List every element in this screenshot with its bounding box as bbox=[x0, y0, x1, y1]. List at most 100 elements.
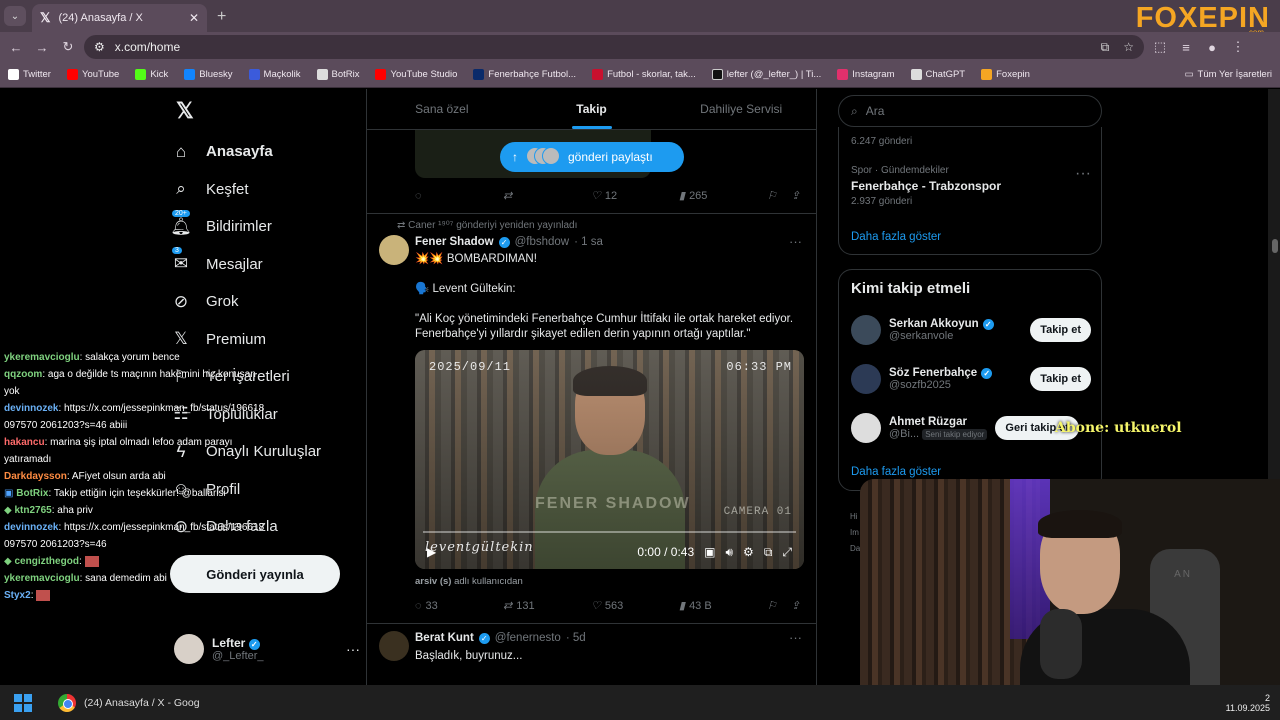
scrollbar-thumb[interactable] bbox=[1272, 239, 1278, 253]
tab-search-button[interactable]: ⌄ bbox=[4, 6, 26, 26]
timeline: Sana özel Takip Dahiliye Servisi ↑ gönde… bbox=[366, 89, 817, 685]
trends-box: 6.247 gönderi Spor · Gündemdekiler Fener… bbox=[838, 127, 1102, 255]
nav-item-home[interactable]: ⌂ Anasayfa bbox=[170, 133, 360, 171]
show-more-link[interactable]: Daha fazla göster bbox=[851, 466, 941, 478]
search-icon: ⌕ bbox=[851, 103, 858, 118]
fullscreen-icon[interactable]: ⤢ bbox=[782, 545, 792, 560]
post-time[interactable]: · 5d bbox=[566, 632, 586, 644]
captions-icon[interactable]: ▣ bbox=[704, 545, 715, 559]
more-dots-icon[interactable]: ··· bbox=[789, 630, 802, 645]
bookmark-item[interactable]: YouTube Studio bbox=[375, 69, 457, 80]
bookmark-item[interactable]: BotRix bbox=[316, 69, 359, 80]
reload-icon[interactable]: ↻ bbox=[58, 39, 78, 55]
browser-menu-icon[interactable]: ⋮ bbox=[1228, 39, 1248, 55]
more-dots-icon[interactable]: ··· bbox=[1075, 165, 1091, 183]
like-button[interactable]: ♡ 563 bbox=[591, 599, 679, 613]
nav-item-explore[interactable]: ⌕ Keşfet bbox=[170, 171, 360, 209]
bookmark-button[interactable]: ⚐ bbox=[767, 599, 777, 612]
bookmark-item[interactable]: YouTube bbox=[66, 69, 119, 80]
new-posts-pill[interactable]: ↑ gönderi paylaştı bbox=[500, 142, 684, 172]
taskbar-chrome-window[interactable]: (24) Anasayfa / X - Goog bbox=[58, 693, 200, 712]
reply-button[interactable]: ◌ bbox=[415, 190, 503, 202]
bookmark-item[interactable]: Foxepin bbox=[981, 69, 1030, 80]
author-name[interactable]: Fener Shadow bbox=[415, 236, 494, 248]
more-dots-icon[interactable]: ··· bbox=[789, 234, 802, 249]
star-bookmark-icon[interactable]: ☆ bbox=[1123, 40, 1134, 55]
bookmark-item[interactable]: Maçkolik bbox=[248, 69, 301, 80]
message-badge: 3 bbox=[172, 247, 182, 255]
bookmark-item[interactable]: Fenerbahçe Futbol... bbox=[473, 69, 576, 80]
like-button[interactable]: ♡ 12 bbox=[591, 189, 679, 203]
post-header: Berat Kunt ✓ @fenernesto · 5d bbox=[415, 632, 586, 644]
bookmark-item[interactable]: Instagram bbox=[837, 69, 895, 80]
bookmark-item[interactable]: Bluesky bbox=[184, 69, 233, 80]
views-button[interactable]: ▮ 43 B bbox=[679, 599, 767, 613]
more-dots-icon[interactable]: ··· bbox=[346, 641, 360, 657]
show-more-link[interactable]: Daha fazla göster bbox=[851, 231, 941, 243]
chat-message: hakancu: marina şiş iptal olmadı lefoo a… bbox=[4, 437, 233, 465]
browser-tab-active[interactable]: 𝕏 (24) Anasayfa / X ✕ bbox=[32, 4, 207, 32]
video-clock: 06:33 PM bbox=[726, 360, 792, 374]
badge-icon: ◆ bbox=[4, 505, 12, 516]
close-icon[interactable]: ✕ bbox=[189, 11, 199, 25]
twitter-icon bbox=[8, 69, 19, 80]
windows-taskbar: (24) Anasayfa / X - Goog 2 11.09.2025 bbox=[0, 685, 1280, 720]
bookmark-button[interactable]: ⚐ bbox=[767, 189, 777, 202]
author-handle[interactable]: @fenernesto bbox=[495, 632, 561, 644]
arrow-up-icon: ↑ bbox=[512, 150, 518, 164]
author-name[interactable]: Berat Kunt bbox=[415, 632, 474, 644]
avatar[interactable] bbox=[379, 235, 409, 265]
repost-icon: ⇄ bbox=[397, 220, 406, 231]
pip-icon[interactable]: ⧉ bbox=[764, 545, 773, 560]
nav-item-messages[interactable]: ✉ 3 Mesajlar bbox=[170, 246, 360, 284]
follow-suggestion[interactable]: Söz Fenerbahçe ✓ @sozfb2025 Takip et bbox=[851, 359, 1091, 399]
reply-button[interactable]: ◌ 33 bbox=[415, 600, 503, 612]
repost-button[interactable]: ⇄ 131 bbox=[503, 599, 591, 613]
avatar bbox=[851, 364, 881, 394]
forward-arrow-icon[interactable]: → bbox=[32, 40, 52, 55]
nav-item-grok[interactable]: ⊘ Grok bbox=[170, 283, 360, 321]
play-icon[interactable]: ▶ bbox=[427, 545, 436, 559]
verified-icon: ✓ bbox=[248, 639, 260, 650]
volume-icon[interactable]: 🔊︎ bbox=[725, 545, 733, 560]
system-clock[interactable]: 2 11.09.2025 bbox=[1226, 693, 1270, 713]
follow-suggestion[interactable]: Serkan Akkoyun ✓ @serkanvole Takip et bbox=[851, 310, 1091, 350]
share-button[interactable]: ⇪ bbox=[791, 189, 800, 202]
all-bookmarks-folder[interactable]: ▭ Tüm Yer İşaretleri bbox=[1185, 69, 1272, 80]
windows-start-icon[interactable] bbox=[14, 693, 32, 712]
video-date: 2025/09/11 bbox=[429, 360, 512, 374]
views-button[interactable]: ▮ 265 bbox=[679, 189, 767, 203]
profile-avatar-icon[interactable]: ● bbox=[1202, 40, 1222, 55]
x-logo-icon[interactable]: 𝕏 bbox=[170, 89, 360, 133]
post-time[interactable]: · 1 sa bbox=[574, 236, 603, 248]
trend-item[interactable]: Spor · Gündemdekiler Fenerbahçe - Trabzo… bbox=[851, 165, 1091, 207]
bookmark-item[interactable]: lefter (@_lefter_) | Ti... bbox=[711, 69, 821, 80]
new-tab-button[interactable]: + bbox=[217, 8, 226, 26]
settings-icon[interactable]: ⚙ bbox=[743, 545, 754, 559]
bookmark-item[interactable]: Futbol - skorlar, tak... bbox=[592, 69, 696, 80]
video-player[interactable]: 2025/09/11 06:33 PM FENER SHADOW CAMERA … bbox=[415, 350, 804, 569]
repost-button[interactable]: ⇄ bbox=[503, 189, 591, 202]
account-switcher[interactable]: Lefter ✓ @_Lefter_ ··· bbox=[174, 629, 360, 669]
video-progress-bar[interactable] bbox=[423, 531, 796, 533]
site-info-icon[interactable]: ⚙ bbox=[94, 40, 105, 54]
bookmark-item[interactable]: Twitter bbox=[8, 69, 51, 80]
nav-item-notifications[interactable]: 🔔︎ 20+ Bildirimler bbox=[170, 208, 360, 246]
tab-for-you[interactable]: Sana özel bbox=[367, 89, 517, 129]
follow-button[interactable]: Takip et bbox=[1030, 318, 1091, 342]
url-input[interactable]: ⚙ x.com/home ⧉ ☆ bbox=[84, 35, 1144, 59]
bookmark-item[interactable]: ChatGPT bbox=[910, 69, 965, 80]
author-handle[interactable]: @fbshdow bbox=[515, 236, 570, 248]
install-app-icon[interactable]: ⧉ bbox=[1101, 40, 1110, 55]
bookmark-item[interactable]: Kick bbox=[135, 69, 168, 80]
search-input[interactable]: ⌕ Ara bbox=[838, 95, 1102, 127]
follow-button[interactable]: Takip et bbox=[1030, 367, 1091, 391]
share-button[interactable]: ⇪ bbox=[791, 599, 800, 612]
extensions-icon[interactable]: ⬚ bbox=[1150, 39, 1170, 55]
tab-list[interactable]: Dahiliye Servisi bbox=[666, 89, 816, 129]
avatar[interactable] bbox=[379, 631, 409, 661]
notification-badge: 20+ bbox=[172, 209, 190, 217]
tab-following[interactable]: Takip bbox=[517, 89, 667, 129]
media-icon[interactable]: ≡ bbox=[1176, 40, 1196, 55]
back-arrow-icon[interactable]: ← bbox=[6, 40, 26, 55]
